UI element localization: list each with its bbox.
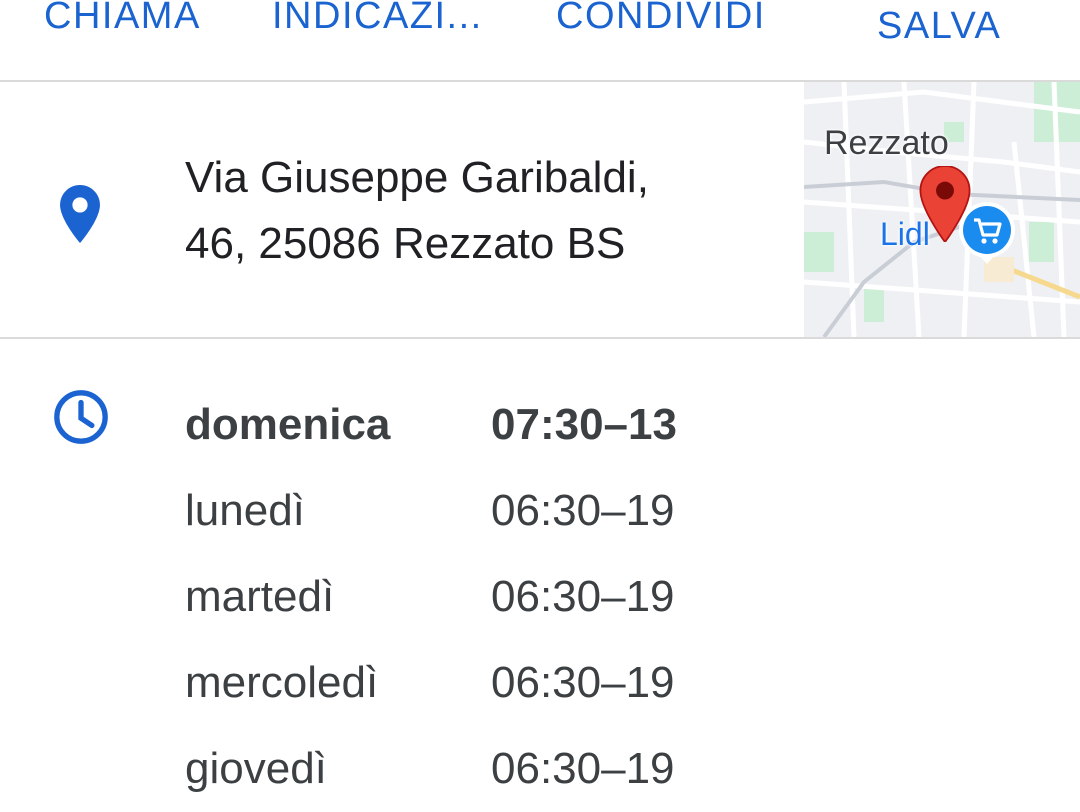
day-label: lunedì <box>185 486 305 535</box>
day-label: martedì <box>185 572 335 621</box>
map-city-label: Rezzato <box>824 124 949 162</box>
time-range: 06:30–19 <box>491 744 675 793</box>
day-label: mercoledì <box>185 658 379 707</box>
day-label: domenica <box>185 400 391 449</box>
save-button[interactable]: SALVA <box>877 0 1001 56</box>
hours-row: lunedì 06:30–19 <box>185 468 885 554</box>
hours-row-today: domenica 07:30–13 <box>185 382 885 468</box>
map-thumbnail[interactable]: Rezzato Lidl <box>804 82 1080 337</box>
day-label: giovedì <box>185 744 327 793</box>
address-row[interactable]: Via Giuseppe Garibaldi, 46, 25086 Rezzat… <box>0 82 1080 339</box>
address-text: Via Giuseppe Garibaldi, 46, 25086 Rezzat… <box>185 145 785 277</box>
location-pin-icon <box>60 185 100 243</box>
shopping-cart-icon <box>959 202 1015 264</box>
opening-hours[interactable]: domenica 07:30–13 lunedì 06:30–19 marted… <box>0 339 1080 808</box>
time-range: 06:30–19 <box>491 486 675 535</box>
hours-row: martedì 06:30–19 <box>185 554 885 640</box>
share-button[interactable]: CONDIVIDI <box>556 0 766 46</box>
directions-button[interactable]: INDICAZI... <box>272 0 483 46</box>
hours-row: mercoledì 06:30–19 <box>185 640 885 726</box>
address-line-1: Via Giuseppe Garibaldi, <box>185 153 649 202</box>
call-button[interactable]: CHIAMA <box>44 0 201 46</box>
time-range: 06:30–19 <box>491 658 675 707</box>
time-range: 06:30–19 <box>491 572 675 621</box>
time-range: 07:30–13 <box>491 400 677 449</box>
action-bar: CHIAMA INDICAZI... CONDIVIDI SALVA <box>0 0 1080 82</box>
clock-icon <box>54 390 108 444</box>
address-line-2: 46, 25086 Rezzato BS <box>185 219 626 268</box>
hours-row: giovedì 06:30–19 <box>185 726 885 812</box>
